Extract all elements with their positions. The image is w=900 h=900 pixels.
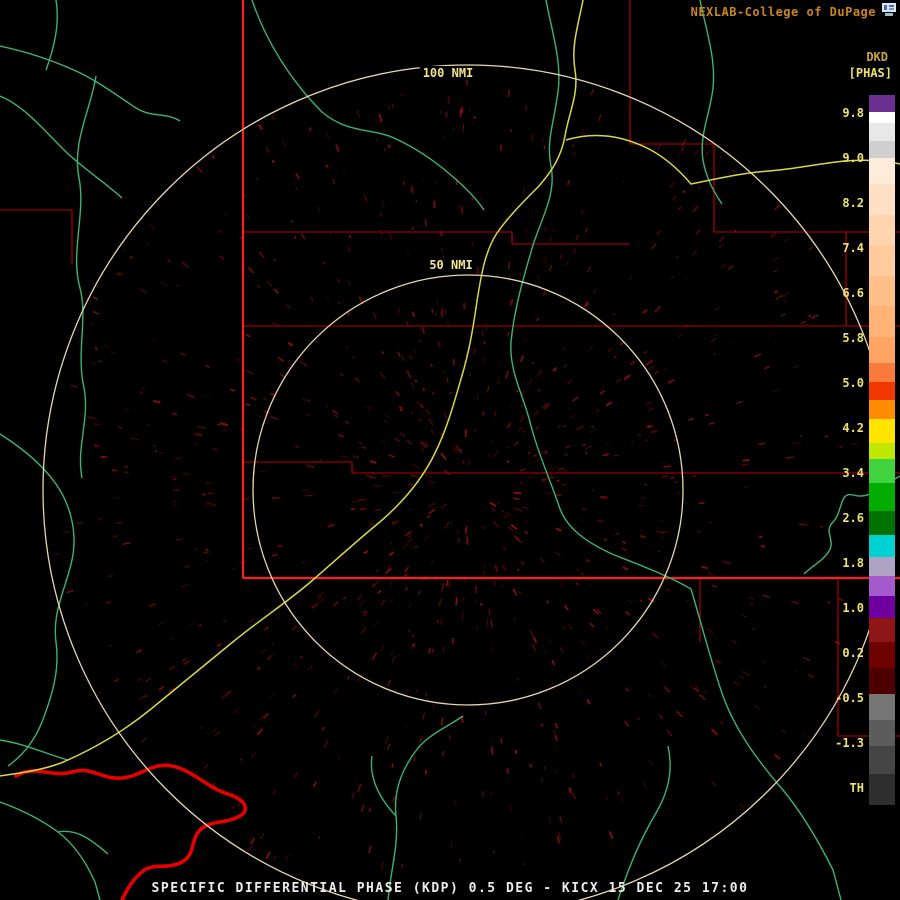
product-caption: SPECIFIC DIFFERENTIAL PHASE (KDP) 0.5 DE…: [0, 881, 900, 896]
color-scale-tick: 2.6: [818, 510, 864, 526]
color-scale-tick: 9.0: [818, 150, 864, 166]
rivers: [0, 0, 900, 900]
color-scale-tick: -1.3: [818, 735, 864, 751]
range-ring: [253, 275, 683, 705]
color-scale-segment: [869, 95, 895, 112]
color-scale-segment: [869, 215, 895, 245]
color-scale-segment: [869, 557, 895, 577]
color-scale-segment: [869, 276, 895, 306]
color-scale-segment: [869, 483, 895, 511]
range-ring-label-50: 50 NMI: [426, 258, 475, 272]
color-scale-segment: [869, 337, 895, 363]
color-scale-segment: [869, 245, 895, 275]
color-scale-segment: [869, 400, 895, 420]
color-scale-segment: [869, 306, 895, 336]
cod-logo-icon: [882, 3, 896, 18]
color-scale-tick: 5.0: [818, 375, 864, 391]
color-scale-tick: 3.4: [818, 465, 864, 481]
color-scale: [869, 95, 895, 805]
color-scale-tick: 6.6: [818, 285, 864, 301]
color-scale-segment: [869, 694, 895, 720]
color-scale-segment: [869, 618, 895, 642]
color-scale-segment: [869, 363, 895, 383]
color-scale-segment: [869, 668, 895, 694]
color-scale-segment: [869, 535, 895, 557]
color-scale-segment: [869, 596, 895, 618]
highways: [0, 0, 900, 776]
color-scale-threshold-label: TH: [818, 780, 864, 796]
color-scale-segment: [869, 443, 895, 458]
color-scale-tick: 0.2: [818, 645, 864, 661]
color-scale-segment: [869, 720, 895, 746]
color-scale-segment: [869, 382, 895, 399]
color-scale-segment: [869, 746, 895, 774]
color-scale-tick: 8.2: [818, 195, 864, 211]
color-scale-tick: -0.5: [818, 690, 864, 706]
units-label: [PHAS]: [849, 66, 892, 80]
color-scale-tick: 7.4: [818, 240, 864, 256]
product-id: DKD: [866, 50, 888, 64]
color-scale-segment: [869, 184, 895, 214]
color-scale-tick: 1.8: [818, 555, 864, 571]
color-scale-tick: 9.8: [818, 105, 864, 121]
color-scale-segment: [869, 774, 895, 804]
color-scale-segment: [869, 123, 895, 140]
color-scale-segment: [869, 419, 895, 443]
radar-map: [0, 0, 900, 900]
color-scale-tick: 4.2: [818, 420, 864, 436]
color-scale-tick: 5.8: [818, 330, 864, 346]
color-scale-segment: [869, 576, 895, 596]
color-scale-segment: [869, 459, 895, 483]
color-scale-segment: [869, 642, 895, 668]
color-scale-tick: 1.0: [818, 600, 864, 616]
color-scale-segment: [869, 112, 895, 123]
site-title: NEXLAB-College of DuPage: [691, 5, 876, 19]
radar-display: NEXLAB-College of DuPage DKD [PHAS] 9.8 9…: [0, 0, 900, 900]
range-ring-label-100: 100 NMI: [420, 66, 477, 80]
color-scale-segment: [869, 141, 895, 158]
color-scale-segment: [869, 511, 895, 535]
color-scale-segment: [869, 158, 895, 184]
